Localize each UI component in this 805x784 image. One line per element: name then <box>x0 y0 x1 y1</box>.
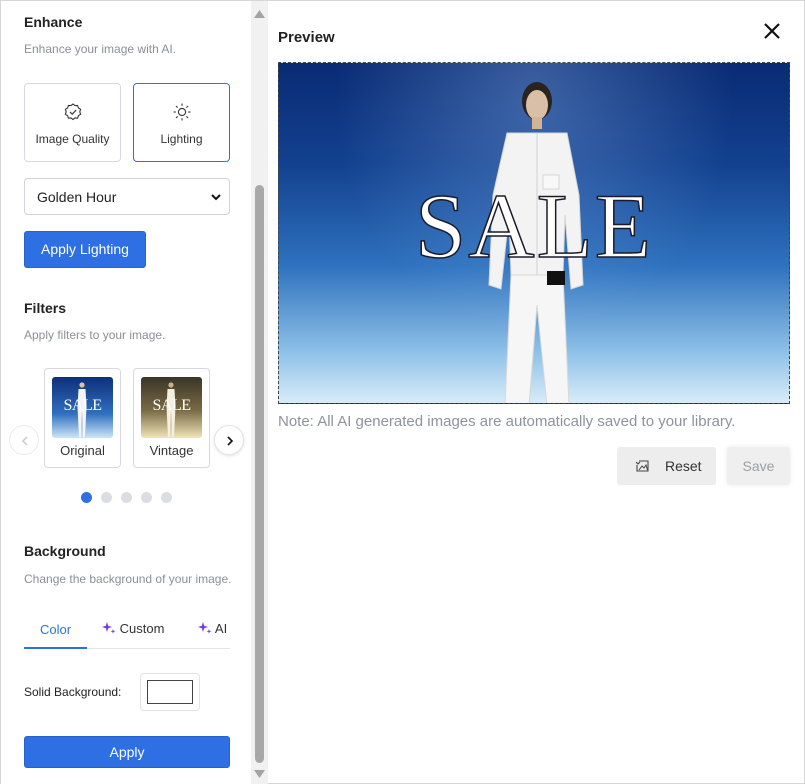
tab-custom-label: Custom <box>119 621 165 636</box>
carousel-dot-3[interactable] <box>121 492 132 503</box>
reset-button[interactable]: Reset <box>617 447 716 485</box>
filter-original[interactable]: SALE Original <box>44 368 121 468</box>
filter-original-thumbnail: SALE <box>52 377 113 438</box>
apply-background-button[interactable]: Apply <box>24 736 230 768</box>
enhance-subtitle: Enhance your image with AI. <box>24 42 177 56</box>
scrollbar-thumb[interactable] <box>255 185 264 763</box>
sparkle-icon <box>198 622 212 634</box>
chevron-down-icon <box>211 194 221 201</box>
image-quality-option[interactable]: Image Quality <box>24 83 121 162</box>
lighting-style-select[interactable]: Golden Hour <box>24 178 230 215</box>
filters-next-button[interactable] <box>214 425 244 455</box>
lighting-label: Lighting <box>160 132 203 146</box>
sparkle-icon <box>102 622 116 634</box>
filter-vintage-label: Vintage <box>149 443 194 458</box>
enhance-title: Enhance <box>24 14 83 30</box>
close-icon[interactable] <box>761 20 783 42</box>
carousel-dot-5[interactable] <box>161 492 172 503</box>
tab-ai-label: AI <box>214 621 228 636</box>
lighting-option[interactable]: Lighting <box>133 83 230 162</box>
filter-original-thumb-text: SALE <box>63 397 103 414</box>
image-quality-label: Image Quality <box>35 132 110 146</box>
preview-image: SALE <box>278 62 790 404</box>
reset-label: Reset <box>665 458 702 474</box>
carousel-dot-4[interactable] <box>141 492 152 503</box>
apply-lighting-button[interactable]: Apply Lighting <box>24 231 146 268</box>
solid-background-color-picker[interactable] <box>140 673 200 711</box>
scroll-down-icon[interactable] <box>253 769 266 779</box>
background-title: Background <box>24 543 106 559</box>
preview-title: Preview <box>278 29 335 46</box>
filters-title: Filters <box>24 300 67 316</box>
carousel-dot-2[interactable] <box>101 492 112 503</box>
filter-original-label: Original <box>60 443 105 458</box>
background-subtitle: Change the background of your image. <box>24 572 232 586</box>
filter-vintage[interactable]: SALE Vintage <box>133 368 210 468</box>
reset-image-icon <box>635 460 649 472</box>
filter-vintage-thumbnail: SALE <box>141 377 202 438</box>
badge-check-icon <box>25 102 120 122</box>
lighting-style-value: Golden Hour <box>37 189 117 205</box>
chevron-left-icon <box>21 436 28 446</box>
solid-background-label: Solid Background: <box>24 685 122 699</box>
tab-ai[interactable]: AI <box>198 621 227 651</box>
color-swatch <box>147 680 193 704</box>
enhance-dialog: Enhance Enhance your image with AI. Imag… <box>0 0 805 784</box>
scroll-up-icon[interactable] <box>253 9 266 19</box>
filters-prev-button[interactable] <box>9 425 39 455</box>
library-note: Note: All AI generated images are automa… <box>278 413 736 430</box>
chevron-right-icon <box>227 436 234 446</box>
tab-custom[interactable]: Custom <box>102 621 164 651</box>
filter-vintage-thumb-text: SALE <box>152 397 192 414</box>
active-tab-indicator <box>24 647 87 649</box>
carousel-dot-1[interactable] <box>81 492 92 503</box>
preview-sale-text: SALE <box>414 174 653 278</box>
tools-panel: Enhance Enhance your image with AI. Imag… <box>1 1 251 784</box>
filters-subtitle: Apply filters to your image. <box>24 328 166 342</box>
save-button[interactable]: Save <box>727 447 790 485</box>
sun-icon <box>134 102 229 122</box>
